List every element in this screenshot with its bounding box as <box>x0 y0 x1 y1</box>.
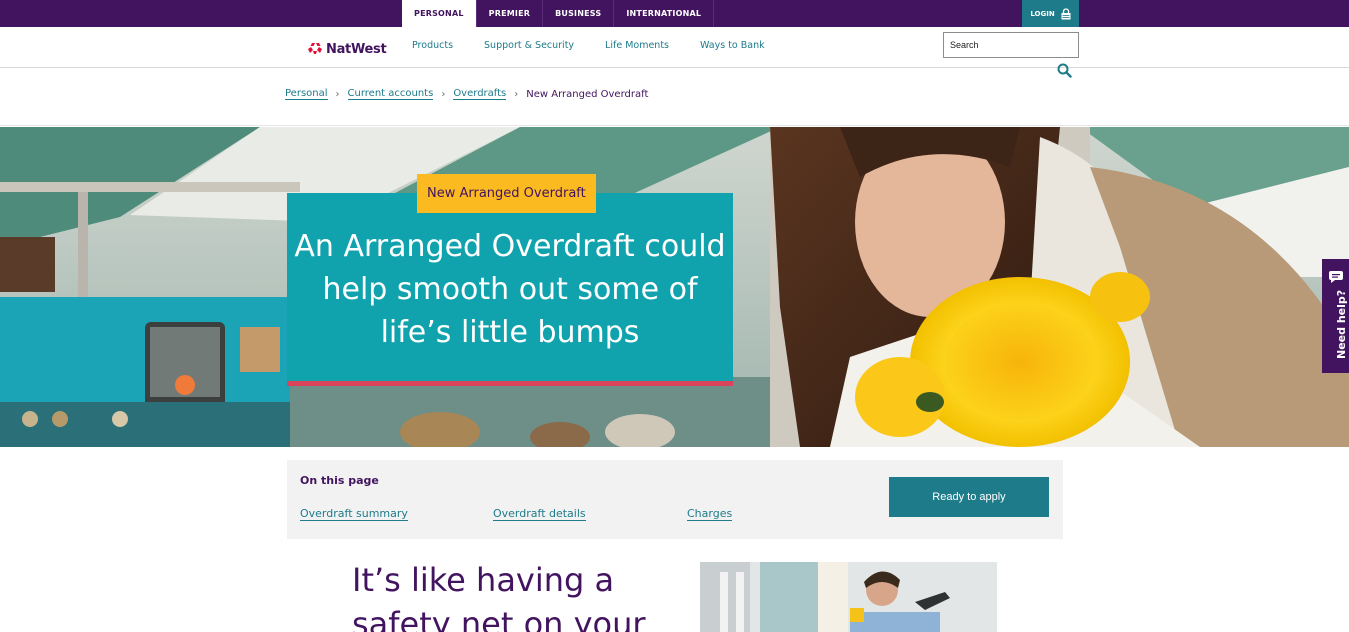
hero-badge: New Arranged Overdraft <box>417 174 596 213</box>
breadcrumb-current-accounts[interactable]: Current accounts <box>347 88 434 100</box>
on-this-page-heading: On this page <box>300 474 379 487</box>
chevron-right-icon: › <box>441 88 446 100</box>
search-input[interactable] <box>943 32 1079 58</box>
lock-icon <box>1061 7 1071 20</box>
chevron-right-icon: › <box>335 88 340 100</box>
breadcrumb-personal[interactable]: Personal <box>285 88 328 100</box>
need-help-label: Need help? <box>1335 289 1348 359</box>
jump-charges[interactable]: Charges <box>687 507 733 521</box>
top-bar: PERSONAL PREMIER BUSINESS INTERNATIONAL … <box>0 0 1349 27</box>
chat-icon <box>1328 269 1344 288</box>
breadcrumb-current: New Arranged Overdraft <box>526 88 649 100</box>
on-this-page-panel: On this page Overdraft summary Overdraft… <box>287 460 1063 539</box>
need-help-tab[interactable]: Need help? <box>1322 259 1349 373</box>
accent-bar <box>287 381 733 386</box>
man-with-mug-photo <box>700 562 997 632</box>
natwest-logo[interactable]: NatWest <box>307 40 387 59</box>
primary-links: Products Support & Security Life Moments… <box>412 40 796 51</box>
tab-premier[interactable]: PREMIER <box>477 0 544 27</box>
search-icon[interactable] <box>1057 63 1072 82</box>
hero-card: An Arranged Overdraft could help smooth … <box>287 193 733 386</box>
segment-tabs: PERSONAL PREMIER BUSINESS INTERNATIONAL <box>402 0 715 27</box>
breadcrumb: Personal › Current accounts › Overdrafts… <box>285 88 648 100</box>
nav-ways-to-bank[interactable]: Ways to Bank <box>700 40 765 51</box>
login-button[interactable]: LOGIN <box>1022 0 1079 27</box>
section-heading: It’s like having a safety net on your <box>352 561 646 632</box>
jump-overdraft-details[interactable]: Overdraft details <box>493 507 586 521</box>
ready-to-apply-button[interactable]: Ready to apply <box>889 477 1049 517</box>
breadcrumb-overdrafts[interactable]: Overdrafts <box>453 88 507 100</box>
nav-life-moments[interactable]: Life Moments <box>605 40 669 51</box>
brand-name: NatWest <box>326 42 387 57</box>
main-nav: NatWest Products Support & Security Life… <box>0 27 1349 78</box>
jump-overdraft-summary[interactable]: Overdraft summary <box>300 507 408 521</box>
natwest-cubes-icon <box>307 40 323 59</box>
nav-support-security[interactable]: Support & Security <box>484 40 574 51</box>
tab-international[interactable]: INTERNATIONAL <box>614 0 715 27</box>
login-label: LOGIN <box>1030 9 1055 18</box>
divider <box>0 125 1349 126</box>
tab-personal[interactable]: PERSONAL <box>402 0 477 27</box>
chevron-right-icon: › <box>514 88 519 100</box>
hero-title: An Arranged Overdraft could help smooth … <box>294 229 726 350</box>
tab-business[interactable]: BUSINESS <box>543 0 615 27</box>
hero-banner: An Arranged Overdraft could help smooth … <box>0 127 1349 447</box>
nav-products[interactable]: Products <box>412 40 453 51</box>
